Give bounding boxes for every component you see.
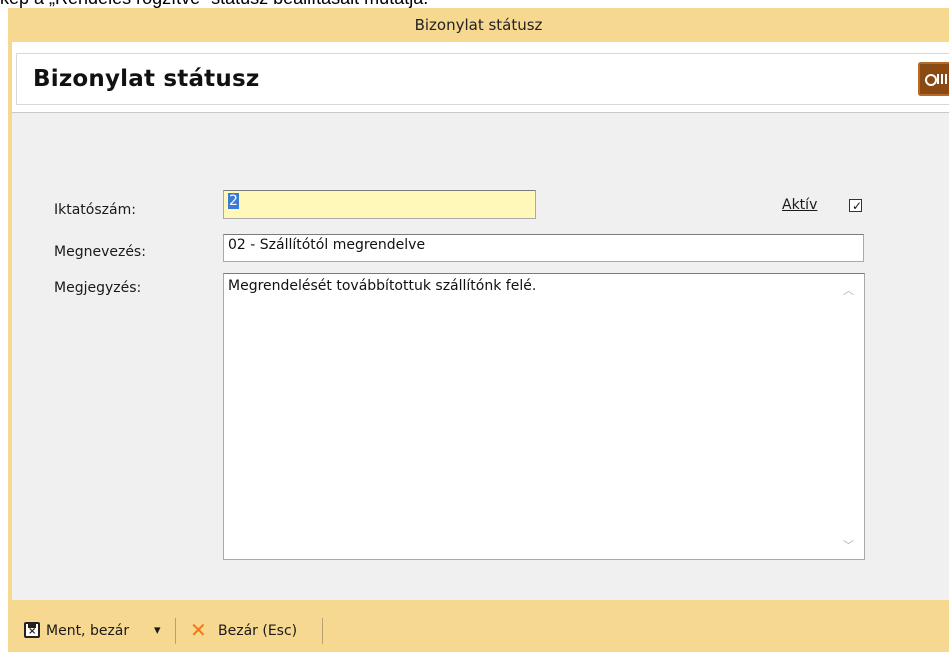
save-close-button[interactable]: Ment, bezár ▾ — [24, 620, 168, 642]
header-panel: Bizonylat státusz — [16, 53, 949, 105]
safe-dial — [925, 74, 937, 86]
close-icon: ✕ — [190, 618, 207, 642]
safe-bars — [937, 74, 949, 84]
save-icon — [24, 622, 40, 638]
bottom-toolbar: Ment, bezár ▾ ✕ Bezár (Esc) — [8, 600, 949, 652]
document-caption: kép a „Rendelés rögzítve” státusz beállí… — [0, 0, 949, 8]
toolbar-separator — [175, 618, 176, 644]
iktatoszam-value: 2 — [228, 193, 239, 209]
megjegyzes-textarea[interactable]: Megrendelését továbbítottuk szállítónk f… — [223, 273, 865, 560]
close-label: Bezár (Esc) — [218, 623, 298, 639]
megnevezes-value: 02 - Szállítótól megrendelve — [228, 237, 426, 253]
aktiv-checkbox[interactable]: ✓ — [849, 199, 863, 213]
toolbar-separator — [322, 618, 323, 644]
megjegyzes-value: Megrendelését továbbítottuk szállítónk f… — [228, 278, 537, 294]
scroll-down-icon[interactable]: ﹀ — [843, 537, 854, 553]
iktatoszam-label: Iktatószám: — [54, 202, 136, 218]
aktiv-label: Aktív — [782, 197, 818, 213]
megjegyzes-label: Megjegyzés: — [54, 280, 142, 296]
megnevezes-label: Megnevezés: — [54, 244, 146, 260]
megnevezes-input[interactable]: 02 - Szállítótól megrendelve — [223, 234, 864, 262]
checkmark-icon: ✓ — [852, 199, 863, 213]
window-title: Bizonylat státusz — [8, 8, 949, 42]
safe-icon — [918, 62, 949, 96]
chevron-down-icon[interactable]: ▾ — [154, 620, 161, 642]
iktatoszam-input[interactable]: 2 — [223, 190, 536, 219]
page-title: Bizonylat státusz — [33, 66, 260, 92]
header-strip: Bizonylat státusz — [12, 42, 949, 112]
form-area: Iktatószám: 2 Aktív ✓ Megnevezés: 02 - S… — [12, 112, 949, 601]
scroll-up-icon[interactable]: ︿ — [843, 282, 854, 298]
status-dialog-window: Bizonylat státusz Bizonylat státusz Ikta… — [8, 8, 949, 652]
save-close-label: Ment, bezár — [46, 623, 130, 639]
close-button[interactable]: ✕ Bezár (Esc) — [190, 618, 316, 642]
